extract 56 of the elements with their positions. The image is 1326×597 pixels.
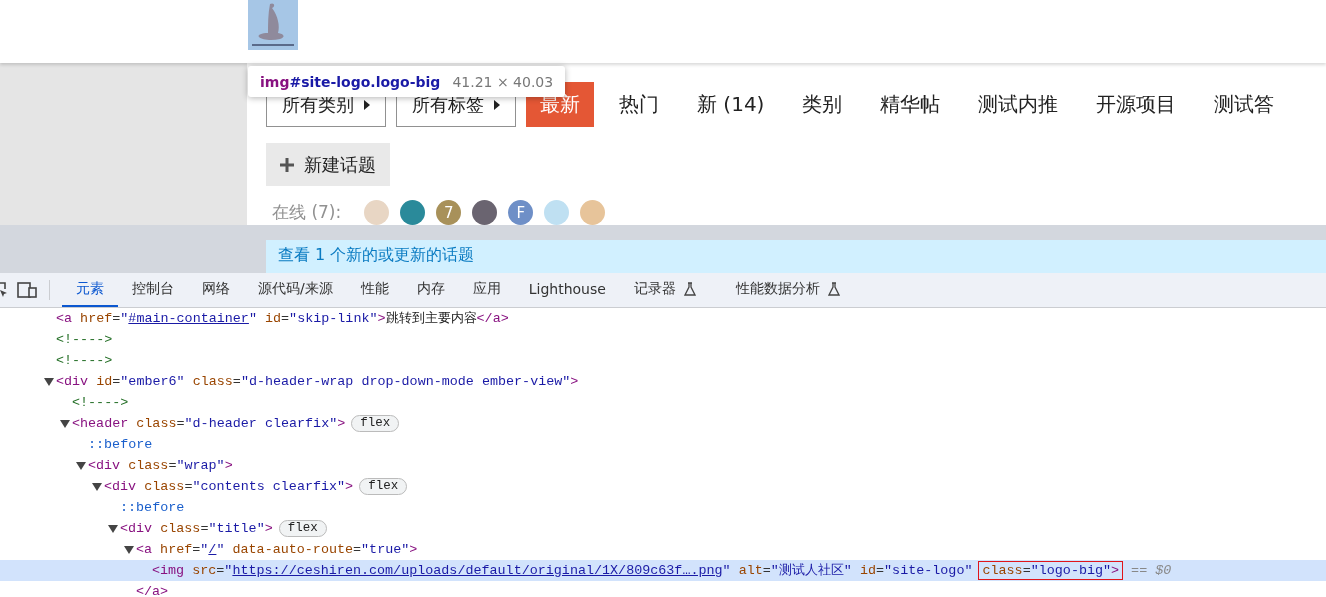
nav-tab[interactable]: 测试内推 bbox=[959, 82, 1078, 127]
collapse-triangle-icon[interactable] bbox=[108, 524, 118, 534]
online-label: 在线 (7): bbox=[272, 201, 342, 224]
new-topics-link[interactable]: 查看 1 个新的或更新的话题 bbox=[278, 245, 475, 265]
collapse-triangle-icon[interactable] bbox=[76, 461, 86, 471]
devtools-tab[interactable]: 网络 bbox=[188, 273, 244, 307]
avatar-placeholder[interactable] bbox=[472, 200, 498, 225]
dom-node[interactable]: <!----> bbox=[56, 330, 113, 349]
devtools-tab[interactable]: 源代码/来源 bbox=[244, 273, 347, 307]
caret-icon bbox=[494, 99, 500, 110]
dom-link[interactable]: / bbox=[208, 541, 217, 557]
devtools-tab[interactable]: Lighthouse bbox=[514, 273, 620, 307]
dom-node[interactable]: <header class="d-header clearfix"> bbox=[72, 414, 346, 433]
new-topic-button[interactable]: 新建话题 bbox=[266, 143, 390, 186]
closing-tag: </a> bbox=[136, 582, 169, 597]
devtools-tab[interactable]: 性能 bbox=[346, 273, 403, 307]
annotation-box: class="logo-big"> bbox=[978, 561, 1124, 580]
dom-node[interactable]: <div id="ember6" class="d-header-wrap drop-down-mode ember-view"> bbox=[56, 372, 579, 391]
devtools-tab[interactable]: 应用 bbox=[458, 273, 515, 307]
console-reference: == $0 bbox=[1131, 563, 1172, 578]
dom-node[interactable]: <div class="contents clearfix"> bbox=[104, 477, 354, 496]
avatar-placeholder[interactable] bbox=[400, 200, 426, 225]
dom-link[interactable]: https://ceshiren.com/uploads/default/original/1X/809c63f….png bbox=[232, 562, 723, 578]
nav-tab[interactable]: 测试答 bbox=[1195, 82, 1294, 127]
nav-tab[interactable]: 新 (14) bbox=[678, 82, 784, 127]
dom-node[interactable]: <a href="#main-container" id="skip-link">跳转到主要内容</a> bbox=[56, 309, 509, 328]
nav-tab[interactable]: 精华帖 bbox=[861, 82, 960, 127]
dom-node[interactable]: <div class="wrap"> bbox=[88, 456, 233, 475]
dom-node[interactable]: ::before bbox=[88, 435, 153, 454]
device-toolbar-icon[interactable] bbox=[17, 281, 37, 299]
flex-badge[interactable]: flex bbox=[278, 520, 327, 537]
devtools-tab[interactable]: 性能数据分析 bbox=[721, 273, 866, 307]
flex-badge[interactable]: flex bbox=[351, 415, 400, 432]
plus-icon bbox=[280, 157, 294, 172]
nav-tab[interactable]: 开源项目 bbox=[1077, 82, 1196, 127]
collapse-triangle-icon[interactable] bbox=[124, 545, 134, 555]
devtools-tab[interactable]: 控制台 bbox=[118, 273, 188, 307]
devtools-tab[interactable]: 内存 bbox=[402, 273, 459, 307]
dom-node[interactable]: <!----> bbox=[56, 351, 113, 370]
dom-node[interactable]: ::before bbox=[120, 498, 185, 517]
devtools-tab[interactable]: 元素 bbox=[62, 273, 118, 307]
collapse-triangle-icon[interactable] bbox=[92, 482, 102, 492]
collapse-triangle-icon[interactable] bbox=[44, 377, 54, 387]
dom-node[interactable]: <a href="/" data-auto-route="true"> bbox=[136, 540, 418, 559]
dom-node[interactable]: <!----> bbox=[72, 393, 129, 412]
selected-dom-row[interactable]: <img src="https://ceshiren.com/uploads/default/original/1X/809c63f….png" alt="测试人社区" id="site-logo" class="logo-big"> == $0 bbox=[0, 560, 1326, 581]
dom-link[interactable]: #main-container bbox=[128, 310, 249, 326]
dom-node[interactable]: <div class="title"> bbox=[120, 519, 273, 538]
nav-tab[interactable]: 类别 bbox=[783, 82, 862, 127]
flex-badge[interactable]: flex bbox=[359, 478, 408, 495]
collapse-triangle-icon[interactable] bbox=[60, 419, 70, 429]
devtools-tab[interactable]: 记录器 bbox=[619, 273, 722, 307]
logo-drawing[interactable] bbox=[248, 0, 298, 50]
caret-icon bbox=[364, 99, 370, 110]
nav-tab[interactable]: 热门 bbox=[600, 82, 678, 127]
dom-node[interactable]: <img src="https://ceshiren.com/uploads/default/original/1X/809c63f….png" alt="测试人社区" id="site-logo" bbox=[152, 561, 973, 580]
